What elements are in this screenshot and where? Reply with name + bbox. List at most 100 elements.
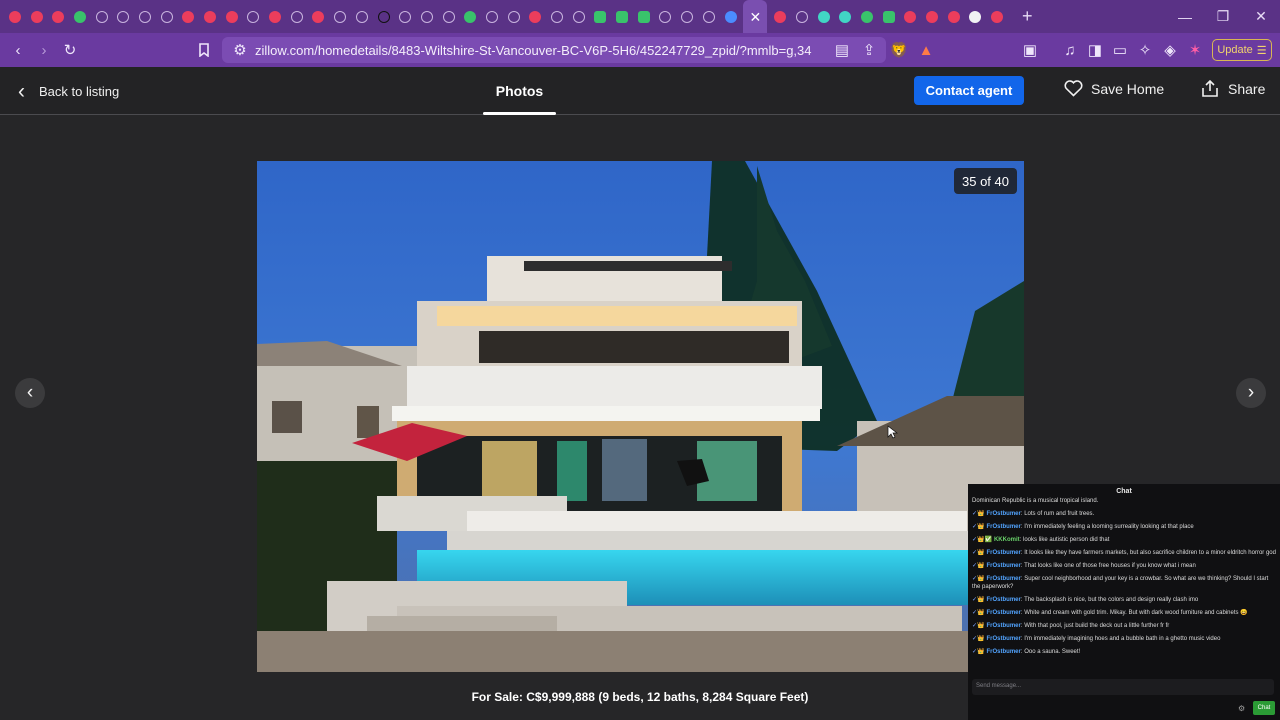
back-to-listing-button[interactable]: ‹ Back to listing [18,81,119,102]
browser-tab[interactable] [199,0,221,33]
browser-tab[interactable] [264,0,286,33]
chat-username[interactable]: FrOstbumer [987,524,1021,530]
settings-icon[interactable]: ⚙ [1238,704,1245,713]
sidebar-icon[interactable]: ◨ [1082,37,1108,63]
chat-username[interactable]: FrOstbumer [987,511,1021,517]
chat-username[interactable]: FrOstbumer [987,597,1021,603]
browser-tab[interactable] [655,0,677,33]
chat-username[interactable]: FrOstbumer [987,610,1021,616]
browser-tab[interactable] [394,0,416,33]
gray-circle-icon [507,10,520,23]
chat-input[interactable]: Send message... [972,679,1274,695]
previous-photo-button[interactable]: ‹ [15,378,45,408]
browser-tab[interactable] [590,0,612,33]
browser-tab[interactable] [178,0,200,33]
browser-tab[interactable] [546,0,568,33]
browser-tab[interactable] [791,0,813,33]
browser-tab[interactable] [834,0,856,33]
chat-username[interactable]: FrOstbumer [987,576,1021,582]
browser-tab[interactable] [329,0,351,33]
back-icon[interactable]: ‹ [5,37,31,63]
browser-tab[interactable] [112,0,134,33]
chat-message-text: White and cream with gold trim. Mikay. B… [1024,610,1248,616]
new-tab-button[interactable]: + [1022,6,1033,27]
leo-icon[interactable]: ✧ [1132,37,1158,63]
vpn-icon[interactable]: ◈ [1157,37,1183,63]
browser-tab[interactable] [416,0,438,33]
restore-icon[interactable]: ❐ [1204,0,1242,33]
bookmark-icon[interactable] [191,37,217,63]
chat-username[interactable]: KKKomit [994,537,1020,543]
browser-tab[interactable] [720,0,742,33]
close-window-icon[interactable]: ✕ [1242,0,1280,33]
browser-tab[interactable] [965,0,987,33]
browser-tab[interactable] [525,0,547,33]
chat-message: ✓👑 FrOstbumer: I'm immediately imagining … [972,636,1221,642]
browser-tab[interactable] [221,0,243,33]
browser-tab[interactable] [676,0,698,33]
tab-search-icon[interactable]: ▣ [1017,37,1043,63]
update-button[interactable]: Update ☰ [1212,39,1272,61]
browser-tab[interactable] [47,0,69,33]
chevron-right-icon: › [1247,382,1255,403]
browser-tab[interactable] [373,0,395,33]
minimize-icon[interactable]: — [1166,0,1204,33]
wallet-icon[interactable]: ▭ [1107,37,1133,63]
share-button[interactable]: Share [1201,80,1265,98]
browser-tab[interactable] [134,0,156,33]
chat-message: ✓👑 FrOstbumer: The backsplash is nice, bu… [972,597,1199,603]
contact-agent-button[interactable]: Contact agent [914,76,1024,105]
extension-icon[interactable]: ✶ [1182,37,1208,63]
green-play-icon [594,10,607,23]
next-photo-button[interactable]: › [1236,378,1266,408]
red-circle-icon [774,10,787,23]
browser-tab[interactable] [856,0,878,33]
browser-tab[interactable] [351,0,373,33]
brave-rewards-icon[interactable]: ▲ [913,37,939,63]
forward-icon[interactable]: › [31,37,57,63]
browser-tab[interactable] [503,0,525,33]
browser-tab[interactable] [921,0,943,33]
browser-tab[interactable] [878,0,900,33]
share-page-icon[interactable]: ⇪ [856,37,882,63]
close-tab-icon[interactable]: ✕ [750,10,762,24]
browser-tab[interactable] [459,0,481,33]
browser-tab[interactable] [481,0,503,33]
reader-icon[interactable]: ▤ [829,37,855,63]
chat-username[interactable]: FrOstbumer [987,636,1021,642]
browser-tab[interactable] [26,0,48,33]
browser-tab[interactable] [243,0,265,33]
browser-tab[interactable] [4,0,26,33]
green-circle-icon [73,10,86,23]
browser-tab[interactable] [813,0,835,33]
browser-tab[interactable] [308,0,330,33]
browser-tab[interactable] [633,0,655,33]
browser-tab[interactable] [69,0,91,33]
browser-tab[interactable] [438,0,460,33]
address-bar[interactable]: ⚙ zillow.com/homedetails/8483-Wiltshire-… [222,37,886,63]
brave-shields-icon[interactable]: 🦁 [886,37,912,63]
browser-tab[interactable] [91,0,113,33]
chat-send-button[interactable]: Chat [1253,701,1275,715]
browser-tab[interactable] [698,0,720,33]
chat-username[interactable]: FrOstbumer [987,649,1021,655]
reload-icon[interactable]: ↻ [57,37,83,63]
active-tab[interactable]: ✕ [743,0,768,33]
music-icon[interactable]: ♫ [1057,37,1083,63]
browser-tab[interactable] [156,0,178,33]
chat-username[interactable]: FrOstbumer [987,623,1021,629]
browser-tab[interactable] [611,0,633,33]
chat-username[interactable]: FrOstbumer [987,563,1021,569]
site-settings-icon[interactable]: ⚙ [227,37,253,63]
browser-tab[interactable] [769,0,791,33]
tab-photos[interactable]: Photos [483,67,556,115]
browser-tab[interactable] [568,0,590,33]
photo-viewer-header: ‹ Back to listing Photos Contact agent S… [0,67,1280,115]
listing-photo[interactable] [257,161,1024,672]
browser-tab[interactable] [900,0,922,33]
browser-tab[interactable] [286,0,308,33]
browser-tab[interactable] [986,0,1008,33]
browser-tab[interactable] [943,0,965,33]
chat-username[interactable]: FrOstbumer [987,550,1021,556]
save-home-button[interactable]: Save Home [1064,80,1164,97]
